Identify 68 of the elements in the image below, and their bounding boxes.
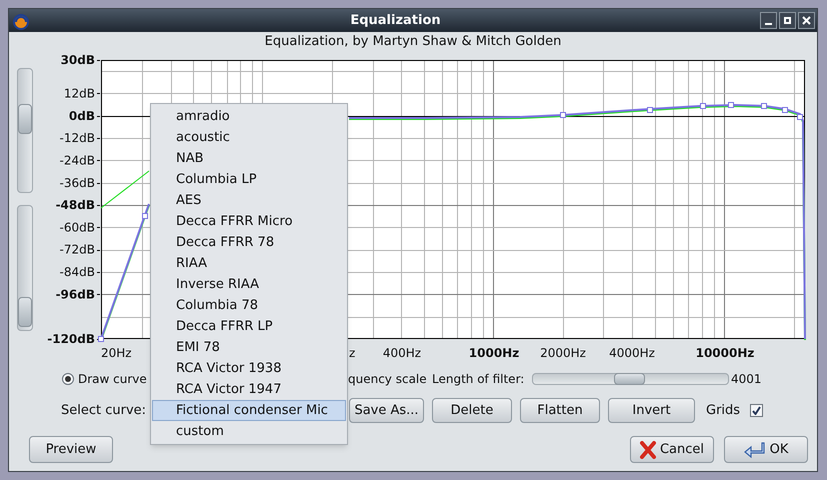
axis-label: -72dB	[60, 242, 95, 257]
axis-label: 1000Hz	[468, 346, 520, 360]
axis-label: 400Hz	[382, 346, 422, 360]
menu-item[interactable]: Decca FFRR LP	[152, 316, 346, 337]
menu-item[interactable]: acoustic	[152, 127, 346, 148]
filter-length-slider[interactable]	[532, 373, 729, 385]
grids-label: Grids	[706, 402, 740, 420]
menu-item[interactable]: Columbia 78	[152, 295, 346, 316]
axis-label: -48dB	[56, 198, 95, 212]
menu-item[interactable]: Decca FFRR 78	[152, 232, 346, 253]
menu-item[interactable]: RCA Victor 1938	[152, 358, 346, 379]
slider-thumb[interactable]	[18, 297, 32, 327]
menu-item[interactable]: AES	[152, 190, 346, 211]
menu-item[interactable]: Columbia LP	[152, 169, 346, 190]
minimize-button[interactable]	[760, 12, 777, 29]
close-button[interactable]	[798, 12, 815, 29]
range-slider[interactable]	[17, 205, 33, 331]
axis-label: 12dB	[64, 86, 95, 100]
grids-checkbox[interactable]	[750, 404, 764, 417]
axis-label: -12dB	[60, 131, 95, 146]
cancel-button[interactable]: Cancel	[630, 436, 714, 463]
dialog-subtitle: Equalization, by Martyn Shaw & Mitch Golden	[264, 33, 562, 52]
menu-item[interactable]: custom	[152, 421, 346, 442]
range-slider[interactable]	[17, 68, 33, 193]
axis-label: -96dB	[56, 287, 95, 302]
radio-button[interactable]	[62, 373, 74, 385]
select-curve-label: Select curve:	[61, 402, 146, 418]
axis-label: 4000Hz	[609, 346, 655, 360]
slider-thumb[interactable]	[614, 373, 645, 385]
window-title: Equalization	[350, 12, 441, 30]
radio-label: Draw curve	[78, 372, 147, 386]
flatten-button[interactable]: Flatten	[520, 398, 600, 423]
checkbox-label: quency scale	[348, 372, 427, 386]
axis-label: 0dB	[68, 108, 95, 123]
menu-item[interactable]: amradio	[152, 106, 346, 127]
axis-label: 30dB	[60, 53, 95, 67]
minimize-icon	[765, 23, 772, 25]
menu-item[interactable]: Decca FFRR Micro	[152, 211, 346, 232]
preview-button[interactable]: Preview	[29, 436, 113, 463]
curve-segment[interactable]	[98, 170, 150, 342]
axis-label: 10000Hz	[696, 346, 754, 360]
axis-label: -84dB	[60, 265, 95, 280]
ok-button[interactable]: OK	[724, 436, 808, 463]
save-as-button[interactable]: Save As...	[349, 398, 424, 423]
axis-label: z	[349, 346, 356, 360]
axis-label: 2000Hz	[540, 346, 586, 360]
menu-item[interactable]: EMI 78	[152, 337, 346, 358]
invert-button[interactable]: Invert	[608, 398, 695, 423]
close-icon	[802, 16, 811, 25]
filter-length-value: 4001	[731, 371, 762, 388]
menu-item[interactable]: Fictional condenser Mic	[152, 400, 346, 421]
axis-label: -36dB	[60, 176, 95, 190]
axis-label: -120dB	[47, 332, 95, 346]
app-icon	[11, 12, 31, 30]
maximize-icon	[784, 17, 791, 24]
axis-label: 20Hz	[101, 346, 132, 360]
slider-thumb[interactable]	[18, 104, 32, 134]
menu-item[interactable]: RIAA	[152, 253, 346, 274]
menu-item[interactable]: NAB	[152, 148, 346, 169]
cross-icon	[640, 440, 656, 458]
slider-label: Length of filter:	[432, 372, 524, 386]
enter-arrow-icon	[744, 442, 766, 458]
menu-item[interactable]: RCA Victor 1947	[152, 379, 346, 400]
delete-button[interactable]: Delete	[432, 398, 512, 423]
axis-label: -24dB	[60, 153, 95, 168]
maximize-button[interactable]	[779, 12, 796, 29]
axis-label: -60dB	[60, 220, 95, 234]
menu-item[interactable]: Inverse RIAA	[152, 274, 346, 295]
